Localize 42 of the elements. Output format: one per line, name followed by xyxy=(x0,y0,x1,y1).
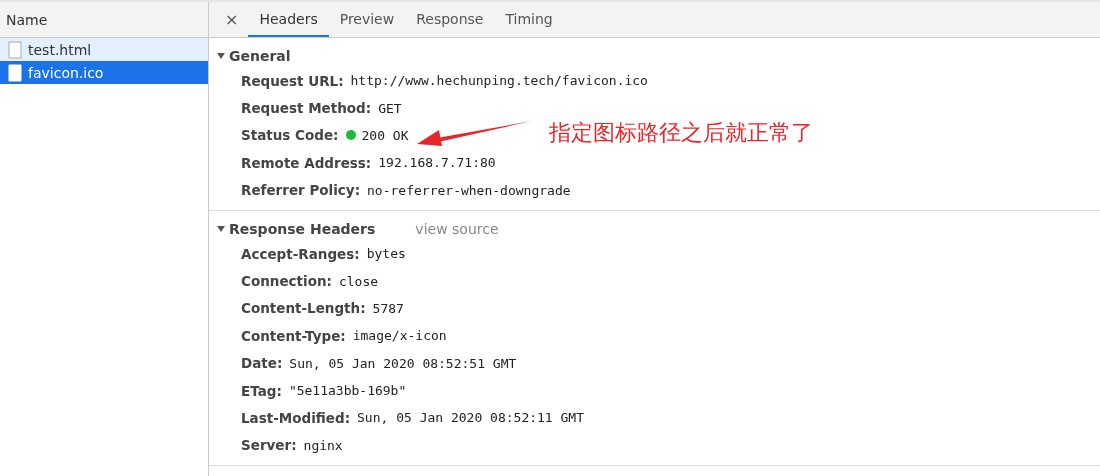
header-value: 192.168.7.71:80 xyxy=(378,155,496,171)
header-name: Server: xyxy=(241,437,297,454)
annotation-text: 指定图标路径之后就正常了 xyxy=(549,119,813,147)
header-value: Sun, 05 Jan 2020 08:52:51 GMT xyxy=(289,355,517,371)
header-name: Content-Type: xyxy=(241,327,346,344)
header-name: Remote Address: xyxy=(241,154,372,171)
close-button[interactable]: × xyxy=(215,2,249,37)
header-name: Content-Length: xyxy=(241,300,366,317)
header-value: image/x-icon xyxy=(352,328,447,344)
header-value: GET xyxy=(378,100,402,116)
header-value: close xyxy=(338,273,379,289)
column-header[interactable]: Name xyxy=(6,11,48,28)
header-value: bytes xyxy=(366,246,406,262)
file-icon xyxy=(8,63,22,82)
header-value: Sun, 05 Jan 2020 08:52:11 GMT xyxy=(357,410,584,426)
header-value: "5e11a3bb-169b" xyxy=(288,383,407,399)
view-source-link[interactable]: view source xyxy=(415,220,499,237)
section-toggle[interactable]: Response Headers xyxy=(217,220,376,237)
header-name: Last-Modified: xyxy=(241,410,351,426)
header-name: Date: xyxy=(241,355,283,372)
header-name: ETag: xyxy=(241,382,282,399)
header-name: Connection: xyxy=(241,273,332,290)
header-value: 200 OK xyxy=(361,127,409,143)
header-value: 5787 xyxy=(372,300,404,316)
caret-icon xyxy=(217,52,225,60)
header-name: Accept-Ranges: xyxy=(241,245,360,262)
file-row[interactable]: test.html xyxy=(0,38,208,61)
header-name: Request Method: xyxy=(241,100,372,117)
tab[interactable]: Response xyxy=(405,2,495,37)
header-name: Status Code: xyxy=(241,127,339,144)
header-name: Referrer Policy: xyxy=(241,182,361,199)
file-row[interactable]: favicon.ico xyxy=(0,61,208,84)
file-icon xyxy=(8,40,22,59)
header-name: Request URL: xyxy=(241,72,344,89)
tab[interactable]: Preview xyxy=(328,2,406,37)
tab[interactable]: Timing xyxy=(494,2,564,37)
section-toggle[interactable]: General xyxy=(217,48,291,64)
header-value: nginx xyxy=(303,437,343,453)
header-value: no-referrer-when-downgrade xyxy=(367,182,571,198)
tab[interactable]: Headers xyxy=(248,2,329,37)
header-value: http://www.hechunping.tech/favicon.ico xyxy=(350,73,648,89)
caret-icon xyxy=(217,224,225,233)
